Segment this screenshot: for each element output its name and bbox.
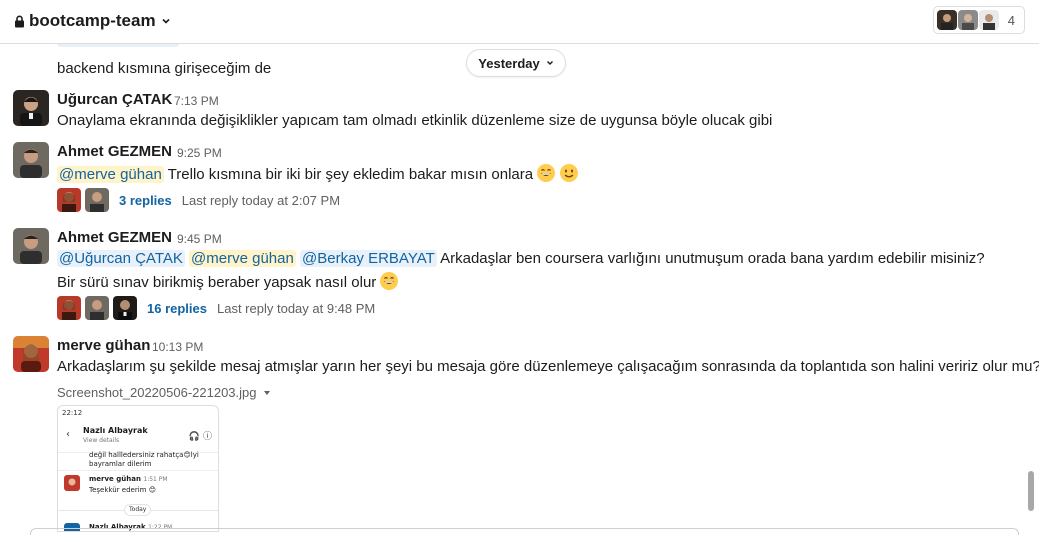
thread-summary[interactable]: 16 replies Last reply today at 9:48 PM bbox=[57, 296, 375, 320]
channel-name-button[interactable]: bootcamp-team bbox=[14, 11, 171, 31]
avatar[interactable] bbox=[13, 90, 49, 126]
reply-avatar bbox=[113, 296, 137, 320]
attachment-filename-text: Screenshot_20220506-221203.jpg bbox=[57, 385, 257, 400]
reply-avatar bbox=[85, 188, 109, 212]
preview-msg-text: Teşekkür ederim 😊 bbox=[89, 486, 156, 494]
avatar[interactable] bbox=[13, 336, 49, 372]
message-text: Arkadaşlarım şu şekilde mesaj atmışlar y… bbox=[57, 358, 1039, 375]
preview-contact-name: Nazlı Albayrak bbox=[83, 426, 148, 435]
reply-avatar bbox=[57, 188, 81, 212]
user-mention[interactable]: @merve gühan bbox=[189, 250, 296, 267]
member-count: 4 bbox=[1007, 12, 1015, 28]
preview-text: değil hallledersiniz rahatça😊lyi bayraml… bbox=[89, 451, 199, 469]
image-attachment-preview[interactable]: 22:12 ‹ Nazlı Albayrak View details 🎧 ⓘ … bbox=[57, 405, 219, 532]
replies-link[interactable]: 3 replies bbox=[119, 193, 172, 208]
message-timestamp[interactable]: 9:45 PM bbox=[177, 232, 222, 246]
chevron-down-icon bbox=[546, 61, 553, 65]
date-divider-button[interactable]: Yesterday bbox=[466, 49, 566, 77]
message-text-line: Bir sürü sınav birikmiş beraber yapsak n… bbox=[57, 271, 399, 291]
preview-line: değil hallledersiniz rahatça😊lyi bbox=[89, 451, 199, 459]
message-text: backend kısmına girişeceğim de bbox=[57, 60, 272, 77]
channel-header: bootcamp-team 4 bbox=[0, 0, 1039, 44]
headphones-info-icons: 🎧 ⓘ bbox=[188, 432, 212, 442]
preview-msg-author: merve gühan 1:51 PM bbox=[89, 475, 168, 483]
member-avatar bbox=[978, 10, 999, 30]
user-mention[interactable]: @Berkay ERBAYAT bbox=[300, 250, 437, 267]
date-divider-label: Yesterday bbox=[478, 55, 540, 71]
user-avatar-image bbox=[13, 90, 49, 126]
thread-summary[interactable]: 3 replies Last reply today at 2:07 PM bbox=[57, 188, 340, 212]
preview-view-details: View details bbox=[83, 437, 120, 444]
member-avatar bbox=[936, 10, 957, 30]
preview-line: bayramlar dilerim bbox=[89, 460, 152, 468]
lock-icon bbox=[15, 15, 24, 27]
replies-link[interactable]: 16 replies bbox=[147, 301, 207, 316]
message-text: Trello kısmına bir iki bir şey ekledim b… bbox=[163, 166, 534, 183]
grinning-emoji-icon bbox=[380, 272, 399, 290]
user-avatar-image bbox=[13, 142, 49, 178]
member-avatar bbox=[957, 10, 978, 30]
channel-title: bootcamp-team bbox=[29, 11, 156, 30]
preview-status-time: 22:12 bbox=[62, 409, 83, 417]
attachment-filename[interactable]: Screenshot_20220506-221203.jpg bbox=[57, 385, 271, 400]
avatar[interactable] bbox=[13, 228, 49, 264]
scrollbar-thumb[interactable] bbox=[1028, 471, 1034, 511]
message-text-line: @Uğurcan ÇATAK @merve gühan @Berkay ERBA… bbox=[57, 250, 985, 267]
message-author[interactable]: Ahmet GEZMEN bbox=[57, 143, 172, 160]
preview-day-label: Today bbox=[124, 504, 152, 516]
reply-avatar bbox=[57, 296, 81, 320]
preview-avatar bbox=[64, 475, 80, 491]
user-mention[interactable]: @merve gühan bbox=[57, 166, 164, 183]
message-text: Bir sürü sınav birikmiş beraber yapsak n… bbox=[57, 274, 377, 291]
message-text: Onaylama ekranında değişiklikler yapıcam… bbox=[57, 112, 773, 129]
user-avatar-image bbox=[13, 336, 49, 372]
back-arrow-icon: ‹ bbox=[66, 429, 70, 440]
message-author[interactable]: merve gühan bbox=[57, 337, 150, 354]
user-mention[interactable]: @Uğurcan ÇATAK bbox=[57, 250, 185, 267]
grinning-emoji-icon bbox=[537, 164, 556, 182]
message-timestamp[interactable]: 9:25 PM bbox=[177, 146, 222, 160]
chevron-down-icon bbox=[162, 18, 170, 24]
message-timestamp[interactable]: 7:13 PM bbox=[174, 94, 219, 108]
reply-avatar bbox=[85, 296, 109, 320]
last-reply-text: Last reply today at 9:48 PM bbox=[217, 300, 376, 316]
avatar[interactable] bbox=[13, 142, 49, 178]
message-author[interactable]: Ahmet GEZMEN bbox=[57, 229, 172, 246]
members-button[interactable]: 4 bbox=[932, 6, 1025, 34]
message-timestamp[interactable]: 10:13 PM bbox=[152, 340, 203, 354]
last-reply-text: Last reply today at 2:07 PM bbox=[181, 192, 341, 208]
caret-down-icon[interactable] bbox=[263, 389, 271, 397]
divider bbox=[58, 470, 218, 471]
message-text-line: @merve gühan Trello kısmına bir iki bir … bbox=[57, 163, 579, 183]
message-author[interactable]: Uğurcan ÇATAK bbox=[57, 91, 172, 108]
slightly-smiling-emoji-icon bbox=[560, 164, 579, 182]
message-text: Arkadaşlar ben coursera varlığını unutmu… bbox=[436, 250, 985, 267]
user-avatar-image bbox=[13, 228, 49, 264]
